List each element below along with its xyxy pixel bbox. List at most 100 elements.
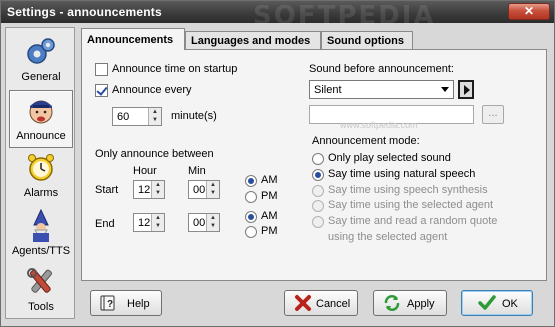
sidebar-item-agents-tts[interactable]: Agents/TTS [9,206,73,264]
start-label: Start [95,184,119,196]
sidebar-label-announce: Announce [16,130,66,142]
end-pm-label: PM [261,225,278,237]
svg-text:?: ? [107,299,113,310]
help-label: Help [127,298,150,310]
announcements-panel: Announce time on startup Announce every … [81,49,547,281]
sound-select[interactable]: Silent [309,80,454,99]
start-min-value: 00 [193,184,206,196]
announcer-icon [29,100,53,124]
interval-stepper[interactable]: 60 ▲ ▼ [112,107,162,126]
play-sound-button[interactable] [458,80,474,99]
sound-select-value: Silent [314,84,342,96]
sound-before-announcement-label: Sound before announcement: [309,63,454,75]
start-hour-value: 12 [138,184,151,196]
arrow-down-icon[interactable]: ▼ [152,222,164,230]
tab-announcements[interactable]: Announcements [81,28,185,50]
mode-label-selected-agent: Say time using the selected agent [328,199,494,211]
sidebar-label-tools: Tools [28,301,54,313]
apply-refresh-icon [384,295,400,311]
mode-label-only-play-sound: Only play selected sound [328,152,451,164]
browse-sound-button[interactable]: ... [482,105,504,124]
end-min-stepper[interactable]: 00 ▲ ▼ [188,213,220,232]
chevron-down-icon [441,87,449,92]
sidebar-label-general: General [21,71,61,83]
start-am-radio[interactable] [245,175,257,187]
mode-label-random-quote: Say time and read a random quote [328,215,498,227]
start-am-label: AM [261,174,278,186]
cancel-x-icon [295,295,311,311]
apply-button[interactable]: Apply [373,290,447,316]
announce-every-checkbox[interactable] [95,84,108,97]
sidebar-item-general[interactable]: General [9,32,73,90]
arrow-down-icon[interactable]: ▼ [207,222,219,230]
end-am-radio[interactable] [245,211,257,223]
help-book-icon: ? [100,295,115,311]
end-hour-arrows[interactable]: ▲ ▼ [151,214,164,231]
window-title: Settings - announcements [7,5,162,19]
wizard-icon [33,209,49,242]
end-min-arrows[interactable]: ▲ ▼ [206,214,219,231]
tools-icon [27,268,52,293]
arrow-up-icon[interactable]: ▲ [152,214,164,222]
hour-column-header: Hour [133,165,157,177]
start-pm-radio[interactable] [245,191,257,203]
arrow-up-icon[interactable]: ▲ [149,108,161,116]
close-button[interactable]: ✕ [508,3,550,20]
arrow-down-icon[interactable]: ▼ [149,116,161,124]
only-announce-between-heading: Only announce between [95,148,214,160]
announce-on-startup-label: Announce time on startup [112,63,238,75]
ok-label: OK [502,298,518,310]
check-icon [478,295,496,310]
arrow-down-icon[interactable]: ▼ [207,189,219,197]
help-button[interactable]: ? Help [90,290,162,316]
mode-radio-natural-speech[interactable] [312,169,324,181]
close-icon: ✕ [523,4,535,18]
interval-unit-label: minute(s) [171,110,217,122]
start-pm-label: PM [261,190,278,202]
arrow-up-icon[interactable]: ▲ [152,181,164,189]
start-min-arrows[interactable]: ▲ ▼ [206,181,219,198]
sidebar-item-announce[interactable]: Announce [9,90,73,148]
apply-label: Apply [407,298,435,310]
min-column-header: Min [188,165,206,177]
mode-label-random-quote-sub: using the selected agent [328,231,448,243]
title-bar[interactable]: SOFTPEDIA Settings - announcements ✕ [1,1,554,31]
tab-sound-options[interactable]: Sound options [321,31,413,50]
end-label: End [95,218,115,230]
mode-radio-speech-synthesis[interactable] [312,185,324,197]
sidebar-label-agents-tts: Agents/TTS [11,245,71,257]
arrow-up-icon[interactable]: ▲ [207,181,219,189]
sidebar: General Announce Alarms Agents/TTS Tools [5,27,75,319]
start-min-stepper[interactable]: 00 ▲ ▼ [188,180,220,199]
mode-radio-random-quote[interactable] [312,216,324,228]
start-hour-arrows[interactable]: ▲ ▼ [151,181,164,198]
interval-stepper-arrows[interactable]: ▲ ▼ [148,108,161,125]
arrow-down-icon[interactable]: ▼ [152,189,164,197]
sidebar-item-tools[interactable]: Tools [9,262,73,320]
softpedia-watermark: SOFTPEDIA [253,1,436,31]
end-am-label: AM [261,210,278,222]
mode-label-speech-synthesis: Say time using speech synthesis [328,184,488,196]
mode-radio-only-play-sound[interactable] [312,153,324,165]
mode-label-natural-speech: Say time using natural speech [328,168,476,180]
alarm-clock-icon [28,154,54,181]
end-min-value: 00 [193,217,206,229]
url-watermark: www.softpedia.com [340,120,418,130]
announce-every-label: Announce every [112,84,192,96]
cancel-button[interactable]: Cancel [284,290,358,316]
tab-languages-and-modes[interactable]: Languages and modes [185,31,321,50]
cancel-label: Cancel [316,298,351,310]
arrow-up-icon[interactable]: ▲ [207,214,219,222]
sidebar-item-alarms[interactable]: Alarms [9,148,73,206]
announce-on-startup-checkbox[interactable] [95,63,108,76]
start-hour-stepper[interactable]: 12 ▲ ▼ [133,180,165,199]
gears-icon [27,38,55,64]
mode-radio-selected-agent[interactable] [312,200,324,212]
end-pm-radio[interactable] [245,226,257,238]
settings-window: SOFTPEDIA Settings - announcements ✕ Gen… [0,0,555,327]
interval-value: 60 [117,111,130,123]
end-hour-stepper[interactable]: 12 ▲ ▼ [133,213,165,232]
end-hour-value: 12 [138,217,151,229]
sidebar-label-alarms: Alarms [23,187,59,199]
ok-button[interactable]: OK [461,290,533,316]
